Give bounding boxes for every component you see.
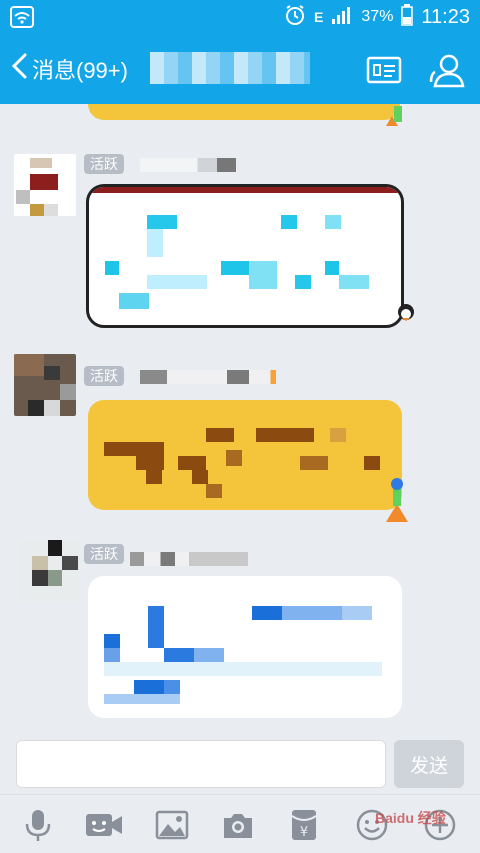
signal-icon: [331, 5, 353, 30]
message-bubble[interactable]: [88, 400, 402, 510]
active-badge: 活跃: [84, 154, 124, 174]
avatar[interactable]: [14, 154, 76, 216]
avatar[interactable]: [18, 540, 80, 602]
network-type-label: E: [314, 9, 324, 25]
video-call-icon[interactable]: [82, 803, 126, 847]
active-badge: 活跃: [84, 544, 124, 564]
nickname-redacted: [130, 552, 248, 566]
id-card-icon: [366, 56, 402, 84]
wifi-notification-icon: [10, 6, 34, 33]
baidu-watermark: Baidu 经验: [375, 810, 446, 826]
message-input[interactable]: [16, 740, 386, 788]
nickname-redacted: [140, 370, 276, 384]
chevron-left-icon: [10, 52, 28, 86]
message-bubble[interactable]: [86, 184, 404, 328]
profile-card-button[interactable]: [362, 48, 406, 92]
chat-history[interactable]: 活跃 活跃 活跃: [0, 104, 480, 734]
microphone-icon[interactable]: [16, 803, 60, 847]
sticker-icon: [384, 476, 410, 529]
battery-percent: 37%: [361, 8, 394, 25]
avatar[interactable]: [14, 354, 76, 416]
send-button[interactable]: 发送: [394, 740, 464, 788]
message-bubble[interactable]: [88, 576, 402, 718]
alarm-icon: [284, 4, 306, 31]
active-badge: 活跃: [84, 366, 124, 386]
back-label: 消息(99+): [32, 58, 128, 83]
chat-header: 消息(99+): [0, 34, 480, 104]
peer-name-redacted: [150, 52, 310, 84]
group-members-button[interactable]: [426, 48, 470, 92]
red-packet-icon[interactable]: ¥: [282, 803, 326, 847]
back-button[interactable]: 消息(99+): [10, 34, 128, 104]
composer-bar: 发送: [0, 734, 480, 794]
nickname-redacted: [140, 158, 236, 172]
penguin-sticker-icon: [396, 302, 416, 327]
status-bar: E 37% 11:23: [0, 0, 480, 34]
camera-icon[interactable]: [216, 803, 260, 847]
clock: 11:23: [421, 5, 470, 28]
svg-text:¥: ¥: [300, 825, 308, 840]
image-icon[interactable]: [150, 803, 194, 847]
message-bubble[interactable]: [88, 104, 400, 120]
person-icon: [429, 54, 465, 88]
battery-icon: [401, 3, 414, 31]
sticker-icon: [384, 104, 406, 128]
